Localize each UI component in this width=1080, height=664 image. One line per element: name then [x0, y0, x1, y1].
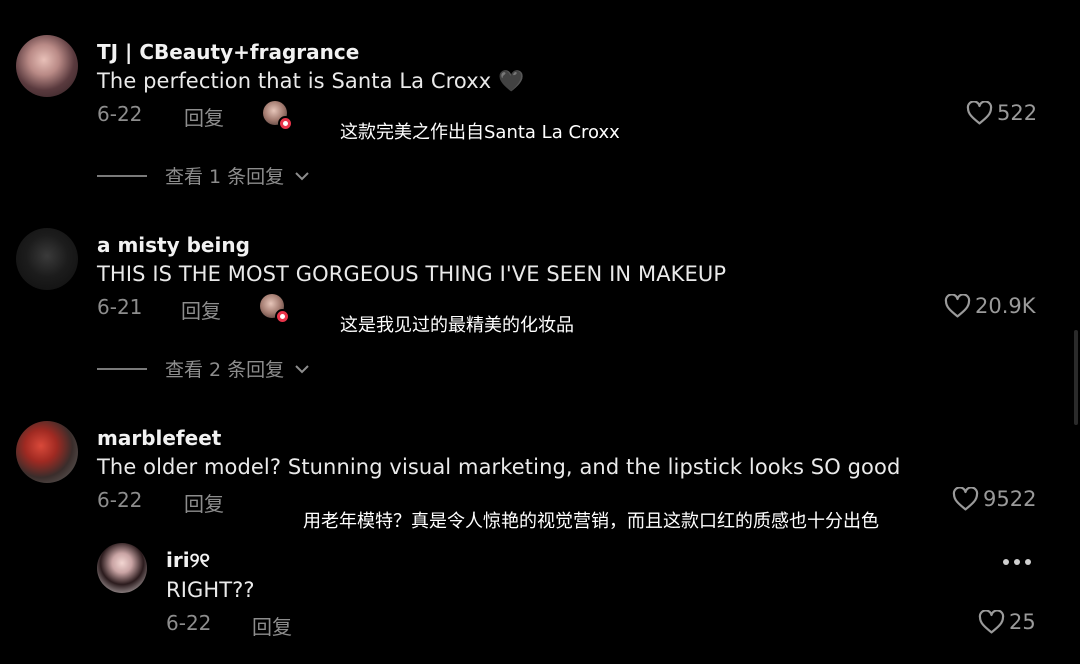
comment-date: 6-22	[97, 102, 143, 126]
scrollbar[interactable]	[1074, 330, 1078, 425]
reply-button[interactable]: 回复	[184, 102, 224, 131]
creator-heart-badge-icon	[275, 309, 290, 324]
like-count: 9522	[983, 487, 1037, 511]
creator-heart-badge-icon	[278, 116, 293, 131]
comment-date: 6-22	[97, 488, 143, 512]
avatar[interactable]	[16, 228, 78, 290]
like-button[interactable]: 9522	[952, 487, 1036, 511]
heart-outline-icon	[944, 294, 971, 318]
translation-text: 这款完美之作出自Santa La Croxx	[340, 122, 620, 143]
comment-date: 6-21	[97, 295, 143, 319]
view-replies-label: 查看 1 条回复	[165, 166, 285, 188]
comment-text: THIS IS THE MOST GORGEOUS THING I'VE SEE…	[97, 262, 727, 286]
reply-button[interactable]: 回复	[184, 488, 224, 517]
avatar[interactable]	[97, 543, 147, 593]
view-replies-button[interactable]: 查看 2 条回复	[97, 355, 310, 382]
like-count: 522	[997, 101, 1038, 125]
like-count: 20.9K	[975, 294, 1036, 318]
like-button[interactable]: 522	[966, 101, 1037, 125]
reply-button[interactable]: 回复	[252, 611, 292, 640]
like-count: 25	[1009, 610, 1036, 634]
view-replies-button[interactable]: 查看 1 条回复	[97, 162, 310, 189]
comment-text: The perfection that is Santa La Croxx 🖤	[97, 69, 525, 93]
translation-text: 这是我见过的最精美的化妆品	[340, 315, 574, 336]
comment-text: The older model? Stunning visual marketi…	[97, 455, 901, 479]
like-button[interactable]: 25	[978, 610, 1036, 634]
reply-username[interactable]: iri୨୧	[166, 548, 210, 572]
heart-outline-icon	[978, 610, 1005, 634]
chevron-down-icon	[295, 364, 309, 373]
view-replies-label: 查看 2 条回复	[165, 359, 285, 381]
reply-button[interactable]: 回复	[181, 295, 221, 324]
comment-username[interactable]: a misty being	[97, 233, 250, 257]
avatar[interactable]	[16, 35, 78, 97]
comment-username[interactable]: marblefeet	[97, 426, 221, 450]
translation-text: 用老年模特？真是令人惊艳的视觉营销，而且这款口红的质感也十分出色	[303, 511, 879, 532]
chevron-down-icon	[295, 171, 309, 180]
reply-date: 6-22	[166, 611, 212, 635]
divider-line	[97, 367, 147, 370]
more-horizontal-icon[interactable]	[1003, 559, 1031, 565]
heart-outline-icon	[966, 101, 993, 125]
avatar[interactable]	[16, 421, 78, 483]
comment-username[interactable]: TJ | CBeauty+fragrance	[97, 40, 359, 64]
heart-outline-icon	[952, 487, 979, 511]
divider-line	[97, 174, 147, 177]
like-button[interactable]: 20.9K	[944, 294, 1036, 318]
reply-text: RIGHT??	[166, 578, 255, 602]
